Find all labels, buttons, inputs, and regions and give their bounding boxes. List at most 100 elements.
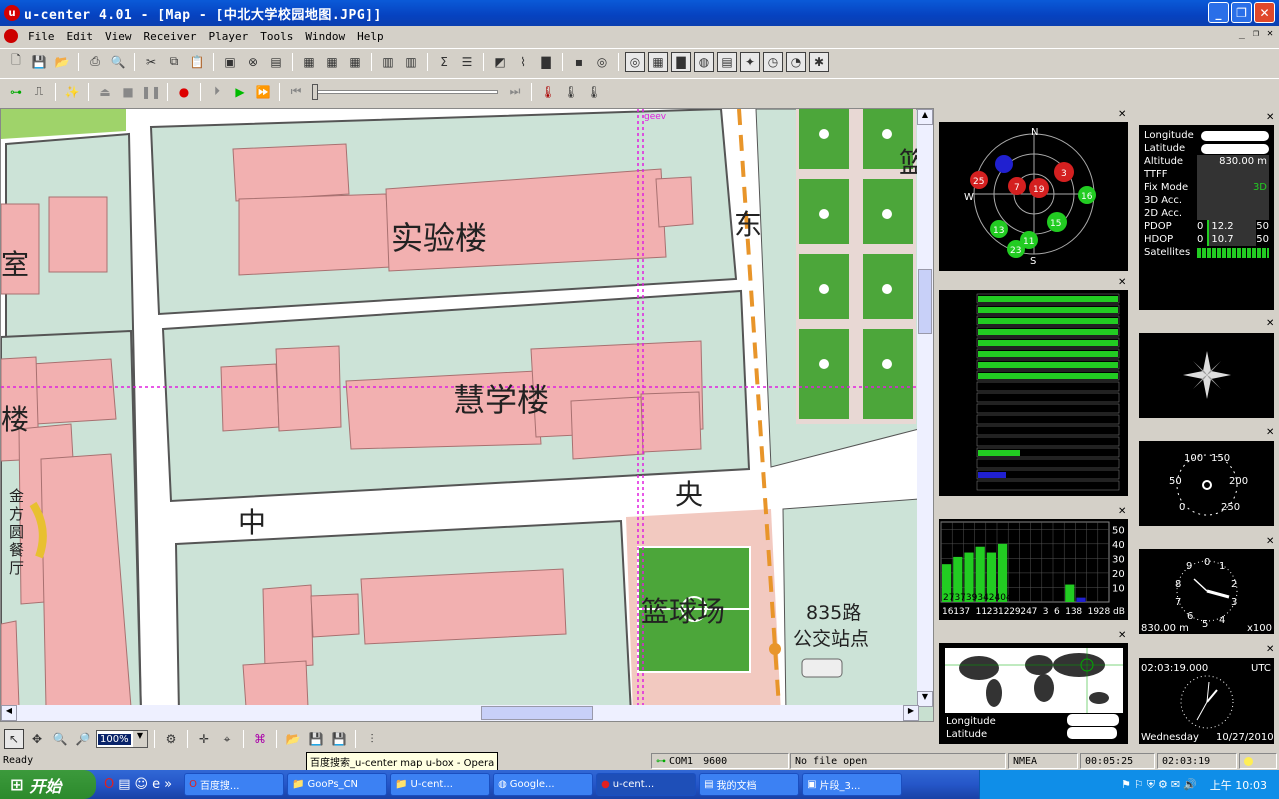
- app-icon[interactable]: u: [4, 5, 20, 21]
- campus-map[interactable]: 实验楼 慧学楼 东 中 央 篮球场 835路 公交站点 室 楼 篮 geev: [1, 109, 919, 707]
- sky-view-close-button[interactable]: ✕: [1118, 109, 1277, 120]
- end-icon[interactable]: ⏭: [505, 82, 525, 102]
- playback-slider[interactable]: [312, 83, 498, 100]
- sky-view-icon[interactable]: ◎: [625, 51, 645, 72]
- copy-icon[interactable]: ⧉: [164, 52, 184, 72]
- clock-close-button[interactable]: ✕: [1266, 644, 1277, 655]
- clock-icon[interactable]: ◔: [786, 51, 806, 72]
- messenger-quicklaunch-icon[interactable]: ☺: [135, 777, 149, 792]
- map-vscroll-thumb[interactable]: [918, 269, 932, 334]
- crosshair-icon[interactable]: ⌖: [217, 729, 237, 749]
- menu-player[interactable]: Player: [202, 30, 254, 43]
- map-settings-icon[interactable]: ⚙: [161, 729, 181, 749]
- step-forward-icon[interactable]: ⏵: [207, 82, 227, 102]
- more-quicklaunch-icon[interactable]: »: [164, 777, 172, 792]
- fast-forward-icon[interactable]: ⏩: [253, 82, 273, 102]
- map-save-icon[interactable]: 💾: [306, 729, 326, 749]
- cn-chart-icon[interactable]: ▇: [671, 51, 691, 72]
- task-my-documents[interactable]: ▤ 我的文档: [699, 773, 800, 796]
- chart-icon[interactable]: ◩: [490, 52, 510, 72]
- console-icon[interactable]: ▪: [569, 52, 589, 72]
- data-view-icon[interactable]: ▤: [717, 51, 737, 72]
- zoom-in-icon[interactable]: 🔍: [50, 729, 70, 749]
- book-quicklaunch-icon[interactable]: ▤: [118, 777, 130, 792]
- altimeter-close-button[interactable]: ✕: [1266, 536, 1277, 547]
- bar-chart-icon[interactable]: ▇: [536, 52, 556, 72]
- hot-start-icon[interactable]: 🌡: [538, 82, 558, 102]
- task-google[interactable]: ◍ Google...: [493, 773, 594, 796]
- table-view2-icon[interactable]: ▥: [401, 52, 421, 72]
- menu-help[interactable]: Help: [351, 30, 390, 43]
- ie-quicklaunch-icon[interactable]: e: [152, 777, 160, 792]
- print-preview-icon[interactable]: 🔍: [108, 52, 128, 72]
- map-horizontal-scrollbar[interactable]: ◀ ▶: [1, 705, 919, 721]
- warm-start-icon[interactable]: 🌡: [561, 82, 581, 102]
- print-icon[interactable]: ⎙: [85, 52, 105, 72]
- gauge-icon[interactable]: ◎: [592, 52, 612, 72]
- play-icon[interactable]: ▶: [230, 82, 250, 102]
- autobaud-icon[interactable]: ✨: [62, 82, 82, 102]
- save-icon[interactable]: 💾: [29, 52, 49, 72]
- new-icon[interactable]: 🗋: [6, 52, 26, 72]
- doc3-icon[interactable]: ▦: [345, 52, 365, 72]
- eject-icon[interactable]: ⏏: [95, 82, 115, 102]
- receiver-icon[interactable]: ▣: [220, 52, 240, 72]
- pointer-icon[interactable]: ↖: [4, 729, 24, 749]
- menu-edit[interactable]: Edit: [61, 30, 100, 43]
- menu-file[interactable]: File: [22, 30, 61, 43]
- time-icon[interactable]: ✱: [809, 51, 829, 72]
- close-button[interactable]: ✕: [1254, 2, 1275, 23]
- menu-receiver[interactable]: Receiver: [138, 30, 203, 43]
- menu-tools[interactable]: Tools: [254, 30, 299, 43]
- paste-icon[interactable]: 📋: [187, 52, 207, 72]
- settings-icon[interactable]: ▤: [266, 52, 286, 72]
- compass-icon[interactable]: ✦: [740, 51, 760, 72]
- rewind-icon[interactable]: ⏮: [286, 82, 306, 102]
- map-view[interactable]: 实验楼 慧学楼 东 中 央 篮球场 835路 公交站点 室 楼 篮 geev 金…: [0, 108, 934, 722]
- minimize-button[interactable]: _: [1208, 2, 1229, 23]
- list-icon[interactable]: ☰: [457, 52, 477, 72]
- task-baidu[interactable]: O 百度搜...: [184, 773, 285, 796]
- baud-icon[interactable]: ⎍: [29, 82, 49, 102]
- disconnect-icon[interactable]: ⊗: [243, 52, 263, 72]
- mdi-close-button[interactable]: ✕: [1267, 28, 1273, 39]
- data-view-close-button[interactable]: ✕: [1266, 112, 1277, 123]
- mdi-icon[interactable]: [4, 29, 18, 43]
- zoom-out-icon[interactable]: 🔎: [73, 729, 93, 749]
- tray-icons[interactable]: ⚑⚐⛨⚙✉🔊: [1121, 778, 1200, 792]
- table-view-icon[interactable]: ▥: [378, 52, 398, 72]
- pos-icon[interactable]: ⌘: [250, 729, 270, 749]
- map-save-as-icon[interactable]: 💾: [329, 729, 349, 749]
- doc2-icon[interactable]: ▦: [322, 52, 342, 72]
- map-hscroll-thumb[interactable]: [481, 706, 593, 720]
- cold-start-icon[interactable]: 🌡: [584, 82, 604, 102]
- sum-icon[interactable]: Σ: [434, 52, 454, 72]
- map-open-icon[interactable]: 📂: [283, 729, 303, 749]
- maximize-button[interactable]: ❐: [1231, 2, 1252, 23]
- mdi-minimize-button[interactable]: _: [1239, 28, 1245, 39]
- connection-icon[interactable]: ⊶: [6, 82, 26, 102]
- speedometer-close-button[interactable]: ✕: [1266, 427, 1277, 438]
- world-map-icon[interactable]: ◍: [694, 51, 714, 72]
- task-ucenter-folder[interactable]: 📁 U-cent...: [390, 773, 491, 796]
- center-icon[interactable]: ✛: [194, 729, 214, 749]
- map-vertical-scrollbar[interactable]: ▲ ▼: [917, 109, 933, 707]
- start-button[interactable]: ⊞ 开始: [0, 770, 96, 799]
- pause-icon[interactable]: ❚❚: [141, 82, 161, 102]
- line-chart-icon[interactable]: ⌇: [513, 52, 533, 72]
- zoom-select[interactable]: 100% ▼: [96, 730, 148, 748]
- compass-close-button[interactable]: ✕: [1266, 318, 1277, 329]
- open-icon[interactable]: 📂: [52, 52, 72, 72]
- record-icon[interactable]: ●: [174, 82, 194, 102]
- chevron-down-icon[interactable]: ▼: [133, 731, 147, 747]
- tray-clock[interactable]: 上午 10:03: [1210, 777, 1267, 793]
- signal-icon[interactable]: ▦: [648, 51, 668, 72]
- menu-view[interactable]: View: [99, 30, 138, 43]
- task-goops[interactable]: 📁 GooPs_CN: [287, 773, 388, 796]
- task-clip[interactable]: ▣ 片段_3...: [802, 773, 903, 796]
- pan-icon[interactable]: ✥: [27, 729, 47, 749]
- stop-icon[interactable]: ■: [118, 82, 138, 102]
- doc-icon[interactable]: ▦: [299, 52, 319, 72]
- speedometer-icon[interactable]: ◷: [763, 51, 783, 72]
- opera-quicklaunch-icon[interactable]: O: [104, 777, 114, 792]
